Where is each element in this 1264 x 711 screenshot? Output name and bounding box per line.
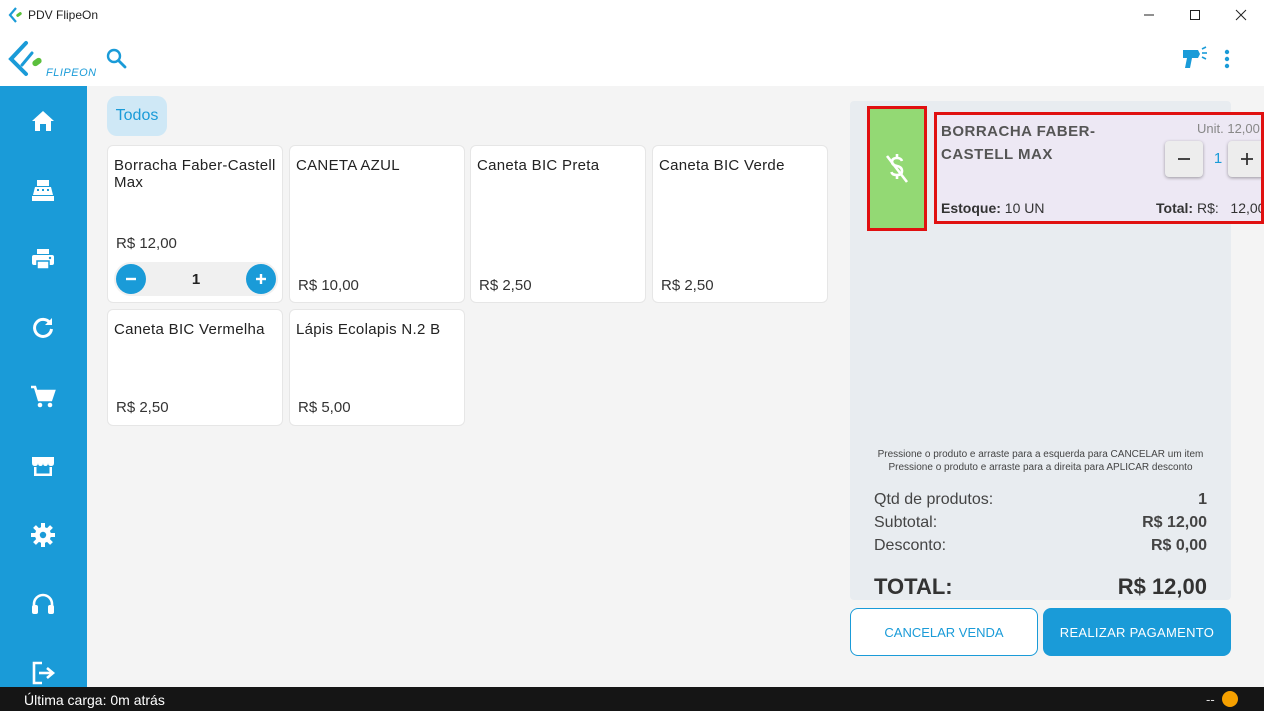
product-name: Caneta BIC Preta bbox=[477, 157, 600, 174]
product-card[interactable]: Caneta BIC Verde R$ 2,50 bbox=[652, 145, 828, 303]
item-total-label: Total: bbox=[1156, 200, 1194, 216]
sidebar-item-cash-register[interactable] bbox=[18, 168, 68, 212]
printer-icon bbox=[32, 249, 54, 270]
sidebar-item-settings[interactable] bbox=[18, 513, 68, 557]
close-button[interactable] bbox=[1218, 0, 1264, 30]
minimize-icon bbox=[1144, 14, 1154, 16]
product-card[interactable]: Caneta BIC Preta R$ 2,50 bbox=[470, 145, 646, 303]
product-name: Caneta BIC Verde bbox=[659, 157, 785, 174]
swipe-hint-cancel: Pressione o produto e arraste para a esq… bbox=[877, 449, 1204, 460]
home-icon bbox=[32, 111, 54, 131]
sidebar-item-print[interactable] bbox=[18, 237, 68, 281]
main-content: Todos Borracha Faber-Castell Max R$ 12,0… bbox=[87, 86, 1264, 687]
sidebar-item-cart[interactable] bbox=[18, 375, 68, 419]
sidebar-item-refresh[interactable] bbox=[18, 306, 68, 350]
sidebar bbox=[0, 86, 87, 687]
cart-item-stock: Estoque: 10 UN bbox=[941, 200, 1044, 216]
sidebar-item-support[interactable] bbox=[18, 582, 68, 626]
status-bar: Última carga: 0m atrás -- bbox=[0, 687, 1264, 711]
last-load-status: Última carga: 0m atrás bbox=[24, 692, 165, 708]
product-price: R$ 2,50 bbox=[661, 277, 714, 294]
flipeon-app-icon bbox=[8, 7, 22, 23]
summary-subtotal-label: Subtotal: bbox=[874, 514, 938, 531]
settings-icon bbox=[31, 523, 55, 547]
cart-item-name: BORRACHA FABER-CASTELL MAX bbox=[941, 123, 1096, 163]
product-name: CANETA AZUL bbox=[296, 157, 400, 174]
product-price: R$ 2,50 bbox=[479, 277, 532, 294]
product-card[interactable]: Caneta BIC Vermelha R$ 2,50 bbox=[107, 309, 283, 426]
product-qty-stepper: 1 bbox=[114, 262, 278, 296]
swipe-hint-discount: Pressione o produto e arraste para a dir… bbox=[888, 462, 1193, 473]
cart-item-decrease-button[interactable] bbox=[1165, 141, 1203, 177]
cart-item-total: Total: R$: 12,00 bbox=[1156, 200, 1264, 216]
product-name: Borracha Faber-Castell Max bbox=[114, 157, 276, 191]
minimize-button[interactable] bbox=[1126, 0, 1172, 30]
summary-discount: Desconto: R$ 0,00 bbox=[874, 537, 1207, 555]
product-price: R$ 10,00 bbox=[298, 277, 359, 294]
search-button[interactable] bbox=[104, 46, 130, 72]
sidebar-item-home[interactable] bbox=[18, 99, 68, 143]
summary-total: TOTAL: R$ 12,00 bbox=[874, 574, 1207, 600]
plus-icon bbox=[1241, 153, 1253, 165]
cart-item[interactable]: BORRACHA FABER-CASTELL MAX Unit. 12,00 1… bbox=[934, 112, 1264, 224]
logout-icon bbox=[32, 661, 56, 685]
stock-value: 10 UN bbox=[1004, 200, 1045, 216]
connection-status-indicator bbox=[1222, 691, 1238, 707]
headset-icon bbox=[32, 593, 54, 614]
summary-discount-label: Desconto: bbox=[874, 537, 947, 554]
search-icon bbox=[106, 48, 127, 69]
summary-total-value: R$ 12,00 bbox=[1117, 574, 1207, 599]
summary-discount-value: R$ 0,00 bbox=[1150, 537, 1207, 554]
logo-text: FLIPEON bbox=[46, 67, 97, 79]
cart-item-qty-stepper: 1 bbox=[1165, 141, 1261, 179]
more-options-button[interactable] bbox=[1218, 46, 1236, 72]
app-header: FLIPEON bbox=[0, 30, 1264, 86]
summary-total-label: TOTAL: bbox=[874, 574, 953, 599]
summary-qty-label: Qtd de produtos: bbox=[874, 491, 994, 508]
cancel-sale-button[interactable]: CANCELAR VENDA bbox=[850, 608, 1038, 656]
cart-item-swipe-action bbox=[867, 106, 927, 231]
cart-icon bbox=[31, 385, 56, 408]
close-icon bbox=[1235, 9, 1247, 21]
product-price: R$ 2,50 bbox=[116, 399, 169, 416]
maximize-icon bbox=[1190, 10, 1200, 20]
product-price: R$ 5,00 bbox=[298, 399, 351, 416]
connection-status-text: -- bbox=[1206, 692, 1215, 707]
maximize-button[interactable] bbox=[1172, 0, 1218, 30]
no-money-icon bbox=[885, 153, 909, 183]
summary-subtotal-value: R$ 12,00 bbox=[1142, 514, 1207, 531]
summary-qty: Qtd de produtos: 1 bbox=[874, 491, 1207, 509]
make-payment-button[interactable]: REALIZAR PAGAMENTO bbox=[1043, 608, 1231, 656]
product-card[interactable]: Lápis Ecolapis N.2 B R$ 5,00 bbox=[289, 309, 465, 426]
store-icon bbox=[32, 457, 54, 476]
summary-subtotal: Subtotal: R$ 12,00 bbox=[874, 514, 1207, 532]
window-title: PDV FlipeOn bbox=[28, 8, 99, 22]
more-vertical-icon bbox=[1224, 49, 1230, 69]
cash-register-icon bbox=[32, 180, 54, 201]
window-titlebar: PDV FlipeOn bbox=[0, 0, 1264, 30]
product-card[interactable]: Borracha Faber-Castell Max R$ 12,00 1 bbox=[107, 145, 283, 303]
cart-item-increase-button[interactable] bbox=[1228, 141, 1261, 177]
item-total-value: R$: 12,00 bbox=[1196, 200, 1264, 216]
refresh-icon bbox=[33, 317, 53, 338]
product-name: Caneta BIC Vermelha bbox=[114, 321, 265, 338]
product-card[interactable]: CANETA AZUL R$ 10,00 bbox=[289, 145, 465, 303]
flipeon-logo-mark bbox=[8, 41, 42, 76]
category-filter-all[interactable]: Todos bbox=[107, 96, 167, 136]
plus-icon bbox=[256, 274, 266, 284]
sidebar-item-store[interactable] bbox=[18, 444, 68, 488]
stock-label: Estoque: bbox=[941, 200, 1001, 216]
increase-qty-button[interactable] bbox=[246, 264, 276, 294]
product-name: Lápis Ecolapis N.2 B bbox=[296, 321, 441, 338]
minus-icon bbox=[1178, 158, 1190, 160]
swipe-hint: Pressione o produto e arraste para a esq… bbox=[850, 448, 1231, 474]
product-price: R$ 12,00 bbox=[116, 235, 177, 252]
summary-qty-value: 1 bbox=[1198, 491, 1207, 508]
flipeon-logo: FLIPEON bbox=[6, 39, 96, 79]
cart-item-unit-price: Unit. 12,00 bbox=[1197, 121, 1260, 136]
cart-item-qty: 1 bbox=[1213, 150, 1223, 167]
barcode-scanner-button[interactable] bbox=[1180, 44, 1208, 72]
barcode-scanner-icon bbox=[1183, 46, 1207, 68]
cart-panel: BORRACHA FABER-CASTELL MAX Unit. 12,00 1… bbox=[850, 101, 1264, 600]
